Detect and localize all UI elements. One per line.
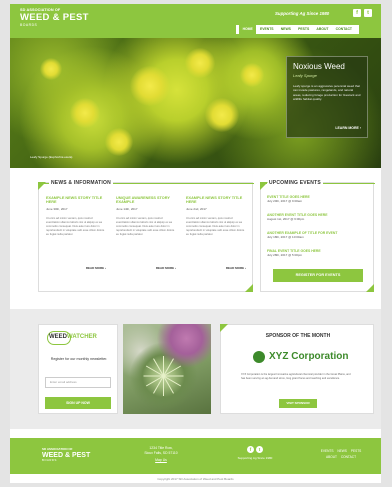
read-more-link[interactable]: READ MORE ›	[186, 266, 246, 271]
hero-title: Noxious Weed	[293, 62, 345, 71]
thistle-spine	[143, 375, 164, 377]
news-item: EXAMPLE NEWS STORY TITLE HERE June 30th,…	[46, 196, 106, 284]
site-footer: SD ASSOCIATION OF WEED & PEST BOARDS 123…	[10, 438, 381, 474]
hero-flower	[205, 98, 239, 132]
read-more-link[interactable]: READ MORE ›	[116, 266, 176, 271]
corner-accent	[260, 182, 268, 190]
nav-pests[interactable]: PESTS	[295, 25, 313, 34]
address-line-2: Sioux Falls, SD 57110	[144, 451, 178, 456]
hero-subtitle: Leafy Spurge	[293, 72, 317, 78]
news-item: UNIQUE AWARENESS STORY EXAMPLE June 14th…	[116, 196, 176, 284]
twitter-icon[interactable]: t	[364, 9, 372, 17]
footer-tagline: Supporting Ag Since 1980	[237, 456, 273, 460]
visit-sponsor-button[interactable]: VISIT SPONSOR	[279, 399, 317, 408]
hero-banner: Leafy Spurge (Euphorbia esula) Noxious W…	[10, 38, 381, 168]
footer-logo[interactable]: SD ASSOCIATION OF WEED & PEST BOARDS	[42, 447, 90, 463]
event-item[interactable]: ANOTHER EVENT TITLE GOES HERE August 1st…	[267, 213, 327, 222]
event-date: July 18th, 2017 @ 10:00am	[267, 235, 304, 240]
news-title[interactable]: EXAMPLE NEWS STORY TITLE HERE	[46, 196, 106, 206]
hero-flower	[240, 63, 264, 87]
news-date: June 2nd, 2017	[186, 207, 207, 211]
news-body: Ut enim ad minim veniam, quis nostrud ex…	[46, 216, 105, 237]
brand-part-a: WEED	[49, 334, 67, 340]
event-item[interactable]: FINAL EVENT TITLE GOES HERE July 28th, 2…	[267, 249, 321, 258]
news-list: EXAMPLE NEWS STORY TITLE HERE June 30th,…	[46, 196, 246, 284]
email-input[interactable]: Enter email address	[45, 377, 111, 388]
newsletter-card: WEEDWATCHER Register for our monthly new…	[38, 324, 118, 414]
sign-up-button[interactable]: SIGN UP NOW	[45, 397, 111, 409]
news-panel: NEWS & INFORMATION EXAMPLE NEWS STORY TI…	[38, 180, 254, 292]
news-title[interactable]: EXAMPLE NEWS STORY TITLE HERE	[186, 196, 246, 206]
footer-nav-about[interactable]: ABOUT	[326, 455, 337, 459]
hero-flower	[40, 58, 62, 80]
news-date: June 14th, 2017	[116, 207, 138, 211]
twitter-icon[interactable]: t	[256, 446, 263, 453]
event-date: August 1st, 2017 @ 6:00pm	[267, 217, 305, 222]
footer-nav-events[interactable]: EVENTS	[321, 449, 334, 453]
facebook-icon[interactable]: f	[247, 446, 254, 453]
logo-line-3: BOARDS	[20, 22, 38, 27]
logo-line-2: WEED & PEST	[20, 11, 89, 23]
news-title[interactable]: UNIQUE AWARENESS STORY EXAMPLE	[116, 196, 176, 206]
news-item: EXAMPLE NEWS STORY TITLE HERE June 2nd, …	[186, 196, 246, 284]
sponsor-name: XYZ Corporation	[269, 351, 349, 362]
corner-accent	[38, 182, 46, 190]
brand-part-b: WATCHER	[67, 334, 97, 340]
hero-caption: Leafy Spurge (Euphorbia esula)	[30, 155, 73, 159]
corner-accent	[245, 284, 253, 292]
nav-news[interactable]: NEWS	[277, 25, 294, 34]
register-events-button[interactable]: REGISTER FOR EVENTS	[273, 269, 363, 282]
news-body: Ut enim ad minim veniam, quis nostrud ex…	[116, 216, 175, 237]
news-date: June 30th, 2017	[46, 207, 68, 211]
sponsor-logo-icon	[253, 351, 265, 363]
news-body: Ut enim ad minim veniam, quis nostrud ex…	[186, 216, 245, 237]
corner-accent	[366, 284, 374, 292]
map-link[interactable]: Map Us	[138, 458, 184, 463]
nav-events[interactable]: EVENTS	[256, 25, 277, 34]
hero-body: Leafy spurge is an aggressive perennial …	[293, 83, 361, 102]
event-date: July 28th, 2017 @ 5:00pm	[267, 253, 303, 258]
hero-flower	[70, 98, 100, 128]
facebook-icon[interactable]: f	[353, 9, 361, 17]
sponsor-card: SPONSOR OF THE MONTH XYZ Corporation XYZ…	[220, 324, 374, 414]
footer-nav-contact[interactable]: CONTACT	[341, 455, 356, 459]
hero-flower	[130, 66, 170, 106]
events-panel: UPCOMING EVENTS EVENT TITLE GOES HERE Ju…	[260, 180, 375, 292]
weed-watcher-brand: WEEDWATCHER	[49, 334, 97, 342]
event-item[interactable]: ANOTHER EXAMPLE OF TITLE FOR EVENT July …	[267, 231, 337, 240]
header-tagline: Supporting Ag Since 1980	[275, 11, 330, 16]
news-heading: NEWS & INFORMATION	[49, 180, 113, 187]
sponsor-body: XYZ Corporation is the largest Innovativ…	[241, 373, 351, 380]
sponsor-heading: SPONSOR OF THE MONTH	[265, 333, 331, 339]
footer-social: ft Supporting Ag Since 1980	[230, 446, 280, 461]
events-heading: UPCOMING EVENTS	[267, 180, 323, 187]
hero-flower	[185, 48, 215, 78]
nav-contact[interactable]: CONTACT	[332, 25, 356, 34]
footer-address: 1234 Title Row, Sioux Falls, SD 57110 Ma…	[138, 446, 184, 463]
event-date: July 20th, 2017 @ 9:00am	[267, 199, 303, 204]
footer-nav: EVENTS NEWS PESTS ABOUT CONTACT	[310, 448, 372, 460]
hero-learn-more-link[interactable]: LEARN MORE ›	[335, 126, 361, 131]
site-logo[interactable]: SD ASSOCIATION OF WEED & PEST BOARDS	[20, 8, 89, 27]
nav-about[interactable]: ABOUT	[313, 25, 332, 34]
read-more-link[interactable]: READ MORE ›	[46, 266, 106, 271]
main-nav: HOME EVENTS NEWS PESTS ABOUT CONTACT	[236, 25, 359, 34]
corner-accent	[220, 324, 228, 332]
site-header: SD ASSOCIATION OF WEED & PEST BOARDS Sup…	[10, 4, 381, 38]
footer-logo-line-3: BOARDS	[42, 458, 57, 463]
page: SD ASSOCIATION OF WEED & PEST BOARDS Sup…	[10, 4, 381, 483]
nav-home[interactable]: HOME	[239, 25, 257, 34]
newsletter-text: Register for our monthly newsletter.	[50, 357, 108, 361]
footer-nav-pests[interactable]: PESTS	[351, 449, 361, 453]
event-item[interactable]: EVENT TITLE GOES HERE July 20th, 2017 @ …	[267, 195, 310, 204]
thistle-photo	[123, 324, 211, 414]
hero-flower	[105, 128, 133, 156]
hero-feature-card: Noxious Weed Leafy Spurge Leafy spurge i…	[286, 56, 368, 138]
copyright-text: Copyright 2017 SD Association of Weed an…	[157, 477, 234, 481]
footer-nav-news[interactable]: NEWS	[337, 449, 347, 453]
